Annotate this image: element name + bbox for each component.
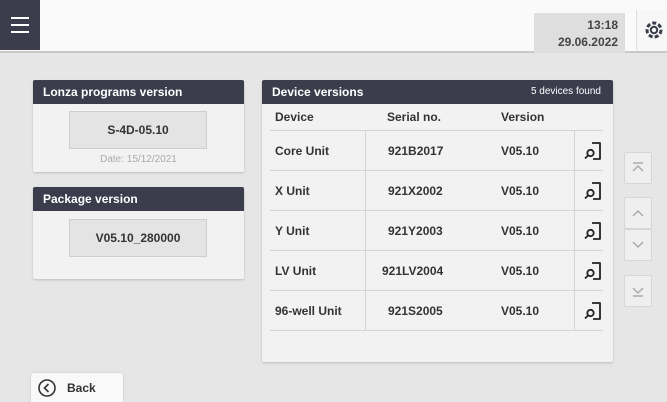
device-versions-title: Device versions [272, 85, 364, 99]
device-version: V05.10 [501, 304, 540, 318]
serial-number: 921S2005 [388, 304, 443, 318]
back-label: Back [67, 380, 96, 395]
settings-button[interactable] [636, 10, 667, 50]
column-divider [574, 291, 575, 331]
scroll-up-button[interactable] [624, 197, 652, 229]
programs-version-date: Date: 15/12/2021 [100, 154, 177, 165]
search-document-icon [584, 222, 601, 240]
column-header-serial: Serial no. [387, 110, 442, 124]
row-detail-button[interactable] [582, 260, 604, 282]
search-document-icon [584, 182, 601, 200]
column-header-version: Version [501, 110, 545, 124]
device-name: Y Unit [275, 224, 310, 238]
gear-icon [645, 21, 662, 39]
table-row-empty [270, 330, 603, 358]
device-version: V05.10 [501, 144, 540, 158]
column-divider [365, 291, 366, 331]
scroll-down-button[interactable] [624, 229, 652, 261]
table-row: LV Unit 921LV2004 V05.10 [270, 250, 604, 291]
row-detail-button[interactable] [582, 300, 604, 322]
serial-number: 921X2002 [388, 184, 443, 198]
programs-version-title: Lonza programs version [33, 80, 244, 104]
table-row: Y Unit 921Y2003 V05.10 [270, 210, 604, 251]
column-divider [574, 131, 575, 171]
column-divider [365, 251, 366, 291]
column-divider [574, 251, 575, 291]
device-name: LV Unit [275, 264, 317, 278]
top-bar: 13:18 29.06.2022 [0, 0, 667, 53]
table-row: X Unit 921X2002 V05.10 [270, 170, 604, 211]
menu-icon-line [11, 31, 29, 33]
package-version-panel: Package version V05.10_280000 [33, 187, 244, 279]
column-divider [574, 171, 575, 211]
device-version: V05.10 [501, 264, 540, 278]
clock-date: 29.06.2022 [557, 35, 618, 49]
row-detail-button[interactable] [582, 140, 604, 162]
chevron-down-icon [632, 241, 644, 249]
scroll-bottom-button[interactable] [624, 275, 652, 307]
programs-version-value: S-4D-05.10 [69, 111, 207, 149]
back-button[interactable]: Back [31, 373, 123, 402]
clock-time: 13:18 [587, 18, 618, 32]
serial-number: 921LV2004 [382, 264, 444, 278]
column-divider [365, 171, 366, 211]
device-name: Core Unit [275, 144, 329, 158]
serial-number: 921B2017 [388, 144, 444, 158]
device-versions-header: Device versions 5 devices found [262, 80, 613, 104]
column-header-device: Device [275, 110, 314, 124]
chevron-bottom-icon [632, 287, 644, 297]
row-detail-button[interactable] [582, 220, 604, 242]
scroll-top-button[interactable] [624, 152, 652, 184]
table-row: Core Unit 921B2017 V05.10 [270, 130, 604, 171]
row-detail-button[interactable] [582, 180, 604, 202]
device-version: V05.10 [501, 224, 540, 238]
device-versions-panel: Device versions 5 devices found Device S… [262, 80, 613, 362]
menu-icon-line [11, 24, 29, 26]
device-name: 96-well Unit [275, 304, 342, 318]
serial-number: 921Y2003 [388, 224, 443, 238]
chevron-up-icon [632, 209, 644, 217]
devices-found-count: 5 devices found [530, 86, 601, 97]
column-divider [365, 131, 366, 171]
programs-version-panel: Lonza programs version S-4D-05.10 Date: … [33, 80, 244, 172]
device-name: X Unit [275, 184, 310, 198]
column-divider [574, 211, 575, 251]
clock: 13:18 29.06.2022 [534, 13, 625, 53]
menu-button[interactable] [0, 0, 40, 50]
chevron-top-icon [632, 162, 644, 172]
package-version-value: V05.10_280000 [69, 219, 207, 257]
device-version: V05.10 [501, 184, 540, 198]
search-document-icon [584, 302, 601, 320]
package-version-title: Package version [33, 187, 244, 211]
column-divider [365, 211, 366, 251]
menu-icon [11, 17, 29, 19]
circle-chevron-left-icon [38, 378, 56, 397]
search-document-icon [584, 142, 601, 160]
search-document-icon [584, 262, 601, 280]
table-row: 96-well Unit 921S2005 V05.10 [270, 290, 604, 331]
